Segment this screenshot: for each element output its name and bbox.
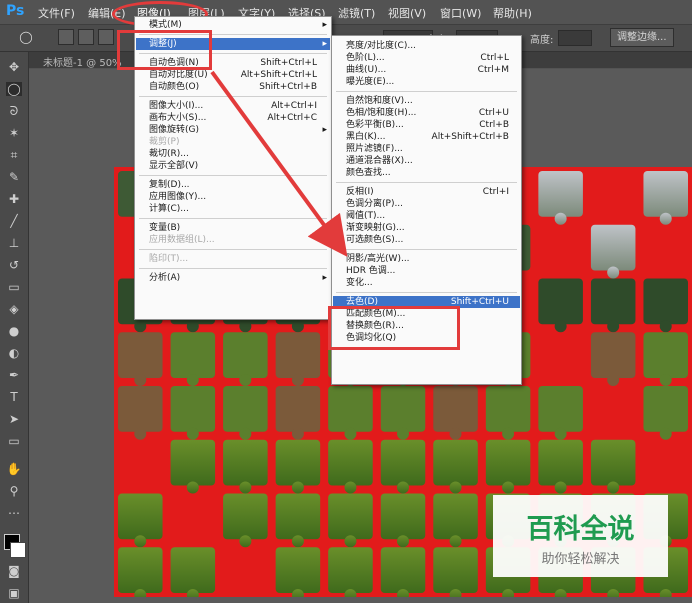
baike-watermark: 百科全说 助你轻松解决 bbox=[493, 495, 668, 577]
watermark-subtitle: 助你轻松解决 bbox=[541, 552, 620, 567]
watermark-title: 百科全说 bbox=[526, 514, 635, 545]
